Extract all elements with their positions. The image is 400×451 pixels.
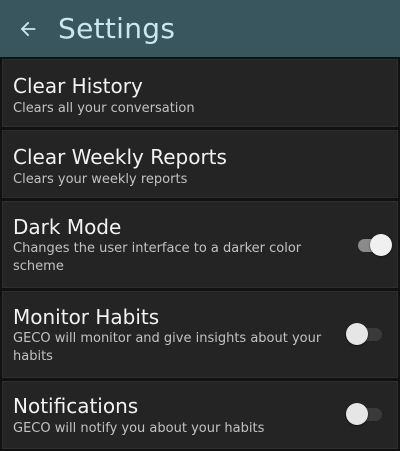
- back-button[interactable]: [14, 15, 42, 43]
- setting-title: Notifications: [13, 394, 139, 418]
- toggle-thumb: [370, 234, 392, 256]
- toggle-thumb: [346, 403, 368, 425]
- notifications-toggle[interactable]: [346, 403, 386, 425]
- page-title: Settings: [58, 12, 176, 45]
- setting-description: GECO will notify you about your habits: [13, 421, 265, 436]
- toggle-thumb: [346, 323, 368, 345]
- setting-description: Changes the user interface to a darker c…: [13, 241, 302, 274]
- setting-notifications[interactable]: Notifications GECO will notify you about…: [2, 381, 398, 449]
- setting-monitor-habits[interactable]: Monitor Habits GECO will monitor and giv…: [2, 291, 398, 378]
- setting-title: Monitor Habits: [13, 305, 160, 329]
- app-bar: Settings: [0, 0, 400, 57]
- setting-description: Clears all your conversation: [13, 101, 195, 116]
- monitor-habits-toggle[interactable]: [346, 323, 386, 345]
- setting-title: Clear Weekly Reports: [13, 145, 227, 169]
- setting-dark-mode[interactable]: Dark Mode Changes the user interface to …: [2, 201, 398, 288]
- dark-mode-toggle[interactable]: [356, 234, 392, 256]
- setting-description: GECO will monitor and give insights abou…: [13, 331, 322, 364]
- setting-description: Clears your weekly reports: [13, 172, 188, 187]
- setting-clear-history[interactable]: Clear History Clears all your conversati…: [2, 59, 398, 127]
- setting-clear-weekly-reports[interactable]: Clear Weekly Reports Clears your weekly …: [2, 130, 398, 198]
- arrow-left-icon: [20, 21, 36, 36]
- setting-title: Dark Mode: [13, 215, 122, 239]
- setting-title: Clear History: [13, 74, 143, 98]
- settings-screen: Settings Clear History Clears all your c…: [0, 0, 400, 451]
- settings-list: Clear History Clears all your conversati…: [0, 57, 400, 451]
